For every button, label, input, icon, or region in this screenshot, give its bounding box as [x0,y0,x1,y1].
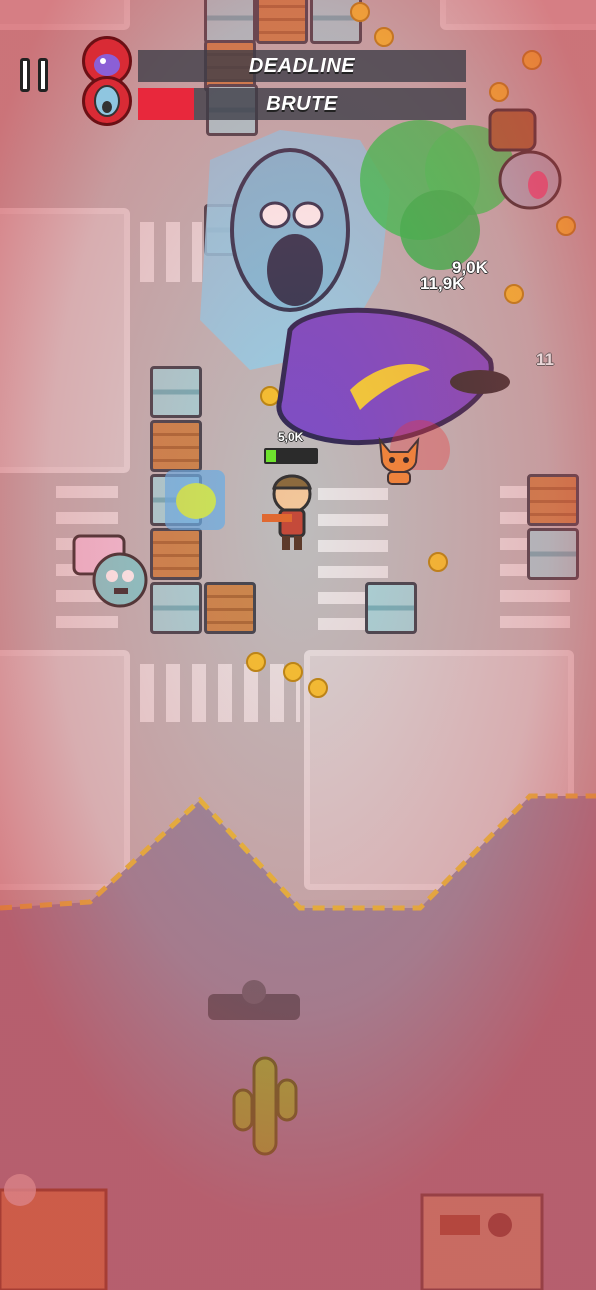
gold-coin [350,2,370,22]
damage-number: 11,9K [420,274,465,293]
gold-coin [428,552,448,572]
pause-button[interactable] [20,58,50,92]
player-health-fill [266,450,276,462]
boss-name: DEADLINE [248,55,356,77]
zombie-enemy [488,108,562,210]
crate [204,0,256,44]
sidewalk-block [0,0,130,30]
fox-pet [378,436,420,485]
boss-name: BRUTE [266,93,338,115]
boss-health-bar: DEADLINE [138,50,466,82]
sidewalk-block [0,208,130,473]
game-world[interactable]: 9,0K 11,9K 11 5,0K [0,0,596,1290]
crosswalk [140,664,300,722]
gold-coin [522,50,542,70]
cactus-prop [232,1056,298,1156]
table-prop [0,1174,108,1290]
crate [527,528,579,580]
crate [365,582,417,634]
zombie-enemy [72,534,148,608]
gold-coin [489,82,509,102]
player-health-bar [264,448,318,464]
gold-coin [246,652,266,672]
zombie-boss-avatar-icon [82,76,132,126]
damage-number: 11 [536,350,554,369]
player-character [262,474,312,550]
pause-icon [38,58,48,92]
crate [204,582,256,634]
frozen-enemy [165,470,225,530]
boss-health-bar: BRUTE [138,88,466,120]
crate [256,0,308,44]
pipe-prop [208,980,300,1020]
crate [527,474,579,526]
workbench-prop [420,1193,544,1290]
player-health-label: 5,0K [278,430,304,444]
sidewalk-block [440,0,596,30]
pause-icon [20,58,30,92]
gold-coin [374,27,394,47]
gold-coin [308,678,328,698]
gold-coin [283,662,303,682]
